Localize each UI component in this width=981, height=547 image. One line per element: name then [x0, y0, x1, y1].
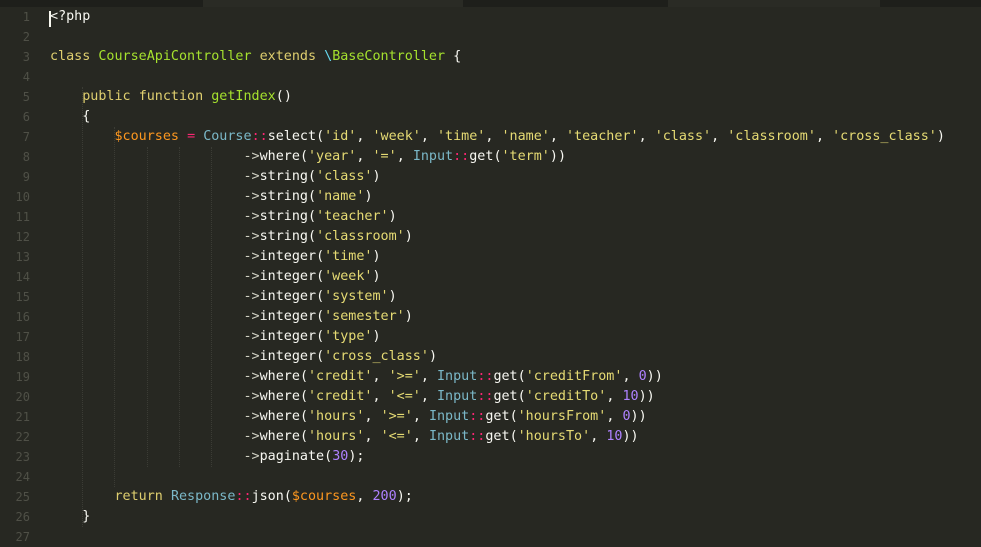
line-number: 26 [15, 510, 30, 524]
line-number: 23 [15, 450, 30, 464]
line-number: 18 [15, 350, 30, 364]
code-text: ->integer('semester') [243, 309, 413, 324]
code-editor[interactable]: 1 <?php 2 3 class CourseApiController extend… [0, 0, 981, 546]
code-text: public function getIndex() [82, 89, 292, 104]
code-text: ->where('credit', '>=', Input::get('cred… [243, 369, 663, 384]
code-text: { [82, 109, 91, 124]
line-number: 19 [15, 370, 30, 384]
text-cursor [49, 11, 51, 27]
indent-guide [211, 147, 213, 467]
code-line[interactable]: 24 [0, 467, 981, 487]
line-number: 27 [15, 530, 30, 544]
line-number: 11 [15, 210, 30, 224]
line-number: 1 [22, 10, 30, 24]
code-text: ->string('classroom') [243, 229, 413, 244]
indent-guide [178, 147, 180, 467]
line-number: 22 [15, 430, 30, 444]
line-number: 21 [15, 410, 30, 424]
code-area[interactable]: 1 <?php 2 3 class CourseApiController extend… [0, 7, 981, 546]
code-text: ->where('hours', '<=', Input::get('hours… [243, 429, 639, 444]
code-text: ->integer('system') [243, 289, 397, 304]
code-line[interactable]: 3 class CourseApiController extends \Base… [0, 47, 981, 67]
code-line[interactable]: 4 [0, 67, 981, 87]
code-text: return Response::json($courses, 200); [114, 489, 413, 504]
code-text: } [82, 509, 91, 524]
code-line[interactable]: 5 public function getIndex() [0, 87, 981, 107]
line-number: 6 [22, 110, 30, 124]
code-text: ->paginate(30); [243, 449, 365, 464]
line-number: 3 [22, 50, 30, 64]
code-text: ->where('credit', '<=', Input::get('cred… [243, 389, 655, 404]
indent-guide [146, 147, 148, 467]
code-text: $courses = Course::select('id', 'week', … [114, 129, 945, 144]
code-line[interactable]: 2 [0, 27, 981, 47]
code-line[interactable]: 26 } [0, 507, 981, 527]
line-number: 12 [15, 230, 30, 244]
code-line[interactable]: 25 return Response::json($courses, 200); [0, 487, 981, 507]
code-text: ->string('teacher') [243, 209, 397, 224]
code-line[interactable]: 7 $courses = Course::select('id', 'week'… [0, 127, 981, 147]
line-number: 8 [22, 150, 30, 164]
tab-segment[interactable] [668, 0, 880, 7]
code-text: ->where('hours', '>=', Input::get('hours… [243, 409, 647, 424]
code-text: class CourseApiController extends \BaseC… [50, 49, 462, 64]
line-number: 5 [22, 90, 30, 104]
code-text: ->string('class') [243, 169, 381, 184]
tab-segment[interactable] [203, 0, 463, 7]
code-text: ->integer('type') [243, 329, 381, 344]
code-text: ->integer('week') [243, 269, 381, 284]
line-number: 15 [15, 290, 30, 304]
code-line[interactable]: 1 <?php [0, 7, 981, 27]
code-text: ->integer('cross_class') [243, 349, 438, 364]
indent-guide [114, 127, 116, 487]
code-text: <?php [50, 9, 91, 24]
line-number: 9 [22, 170, 30, 184]
line-number: 24 [15, 470, 30, 484]
tab-strip [0, 0, 981, 7]
line-number: 13 [15, 250, 30, 264]
code-text: ->integer('time') [243, 249, 381, 264]
code-line[interactable]: 27 [0, 527, 981, 547]
line-number: 25 [15, 490, 30, 504]
line-number: 20 [15, 390, 30, 404]
line-number: 14 [15, 270, 30, 284]
line-number: 7 [22, 130, 30, 144]
code-text: ->where('year', '=', Input::get('term')) [243, 149, 567, 164]
line-number: 16 [15, 310, 30, 324]
indent-guide [82, 87, 84, 527]
line-number: 17 [15, 330, 30, 344]
line-number: 10 [15, 190, 30, 204]
line-number: 4 [22, 70, 30, 84]
line-number: 2 [22, 30, 30, 44]
code-line[interactable]: 6 { [0, 107, 981, 127]
